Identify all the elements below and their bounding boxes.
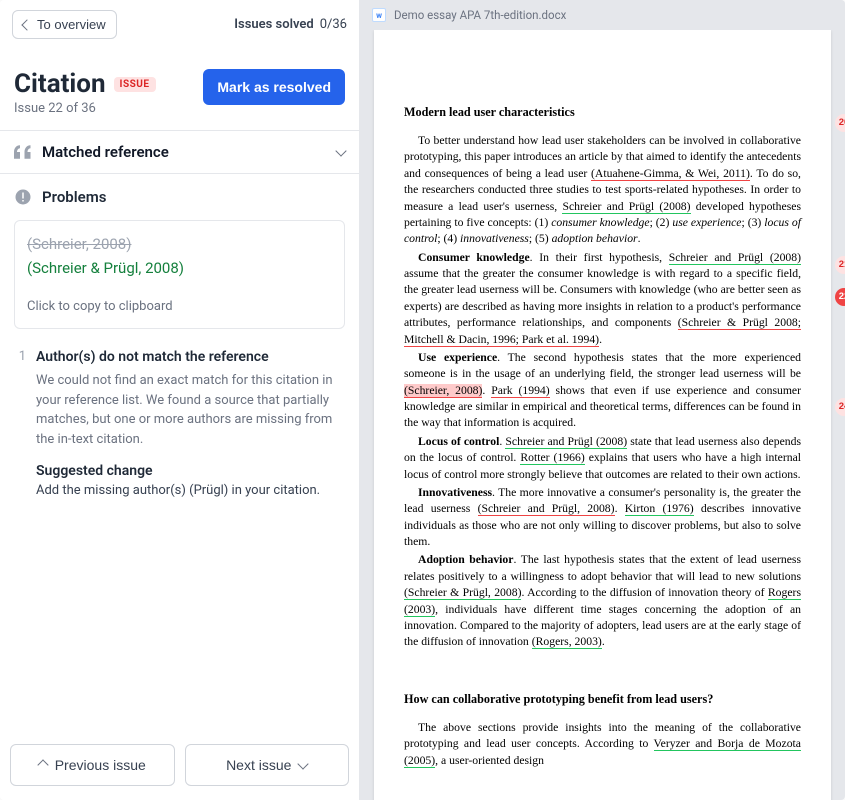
suggested-change-text: Add the missing author(s) (Prügl) in you…: [36, 483, 345, 498]
nav-footer: Previous issue Next issue: [0, 730, 359, 800]
citation-link[interactable]: Park (1994): [491, 384, 549, 398]
chevron-down-icon: [298, 758, 309, 769]
sidebar: To overview Issues solved0/36 Citation I…: [0, 0, 360, 800]
problems-label: Problems: [42, 188, 106, 206]
sidebar-header: To overview Issues solved0/36: [0, 0, 359, 49]
citation-link[interactable]: Rotter (1966): [520, 451, 584, 465]
problem-title: Author(s) do not match the reference: [36, 349, 345, 365]
mark-resolved-button[interactable]: Mark as resolved: [203, 69, 345, 105]
document-page: 20 21 22 23 24 Modern lead user characte…: [374, 30, 831, 800]
copy-hint: Click to copy to clipboard: [27, 299, 332, 314]
document-header: w Demo essay APA 7th-edition.docx: [360, 0, 845, 30]
paragraph: Consumer knowledge. In their first hypot…: [404, 250, 801, 348]
problem-body: Author(s) do not match the reference We …: [36, 349, 345, 498]
document-filename: Demo essay APA 7th-edition.docx: [394, 8, 566, 22]
issues-solved-counter: Issues solved0/36: [234, 17, 347, 32]
issue-badge: ISSUE: [114, 77, 156, 92]
docx-icon: w: [372, 8, 386, 22]
paragraph: To better understand how lead user stake…: [404, 133, 801, 248]
paragraph: Innovativeness. The more innovative a co…: [404, 485, 801, 551]
problem-item: 1 Author(s) do not match the reference W…: [0, 339, 359, 508]
suggested-change-label: Suggested change: [36, 463, 345, 479]
prev-label: Previous issue: [55, 757, 146, 773]
paragraph: Adoption behavior. The last hypothesis s…: [404, 552, 801, 650]
issue-title-row: Citation ISSUE Issue 22 of 36 Mark as re…: [0, 49, 359, 130]
problem-number: 1: [14, 349, 26, 498]
citation-link[interactable]: (Schreier & Prügl, 2008): [404, 586, 521, 600]
paragraph: Use experience. The second hypothesis st…: [404, 350, 801, 432]
problems-header: Problems: [0, 174, 359, 220]
back-to-overview-button[interactable]: To overview: [12, 10, 117, 39]
section-heading-2: How can collaborative prototyping benefi…: [404, 691, 801, 708]
citation-link[interactable]: Kirton (1976): [625, 502, 694, 516]
paragraph: The above sections provide insights into…: [404, 720, 801, 769]
warning-icon: [14, 188, 32, 206]
title-block: Citation ISSUE Issue 22 of 36: [14, 69, 156, 116]
problem-description: We could not find an exact match for thi…: [36, 371, 345, 449]
citation-link[interactable]: Schreier and Prügl (2008): [505, 435, 627, 449]
citation-correction-box[interactable]: (Schreier, 2008) (Schreier & Prügl, 2008…: [14, 220, 345, 329]
issue-bubble-21[interactable]: 21: [835, 256, 845, 274]
previous-issue-button[interactable]: Previous issue: [10, 744, 175, 786]
citation-corrected: (Schreier & Prügl, 2008): [27, 259, 332, 277]
citation-selected[interactable]: (Schreier, 2008): [404, 384, 482, 398]
issue-bubble-20[interactable]: 20: [835, 114, 845, 132]
citation-link[interactable]: (Schreier and Prügl, 2008): [478, 502, 615, 516]
section-heading-1: Modern lead user characteristics: [404, 104, 801, 121]
matched-reference-label: Matched reference: [42, 143, 327, 161]
paragraph: Locus of control. Schreier and Prügl (20…: [404, 434, 801, 483]
matched-reference-section[interactable]: Matched reference: [0, 130, 359, 174]
issue-title: Citation ISSUE: [14, 69, 156, 99]
citation-link[interactable]: Schreier and Prügl (2008): [562, 200, 690, 214]
issue-bubble-22[interactable]: 22: [835, 288, 845, 306]
document-scroll[interactable]: 20 21 22 23 24 Modern lead user characte…: [360, 30, 845, 800]
chevron-down-icon: [335, 145, 346, 156]
citation-link[interactable]: (Rogers, 2003): [532, 635, 602, 649]
next-issue-button[interactable]: Next issue: [185, 744, 350, 786]
app-root: To overview Issues solved0/36 Citation I…: [0, 0, 845, 800]
citation-link[interactable]: Schreier and Prügl (2008): [669, 251, 801, 265]
issue-bubble-24[interactable]: 24: [835, 398, 845, 416]
chevron-left-icon: [37, 759, 48, 770]
chevron-left-icon: [21, 19, 32, 30]
back-label: To overview: [37, 17, 106, 32]
citation-link[interactable]: (Atuahene-Gimma, & Wei, 2011): [591, 167, 750, 181]
quote-icon: [14, 145, 32, 159]
issue-position: Issue 22 of 36: [14, 101, 156, 116]
citation-original: (Schreier, 2008): [27, 235, 332, 253]
next-label: Next issue: [226, 757, 291, 773]
document-panel: w Demo essay APA 7th-edition.docx 20 21 …: [360, 0, 845, 800]
